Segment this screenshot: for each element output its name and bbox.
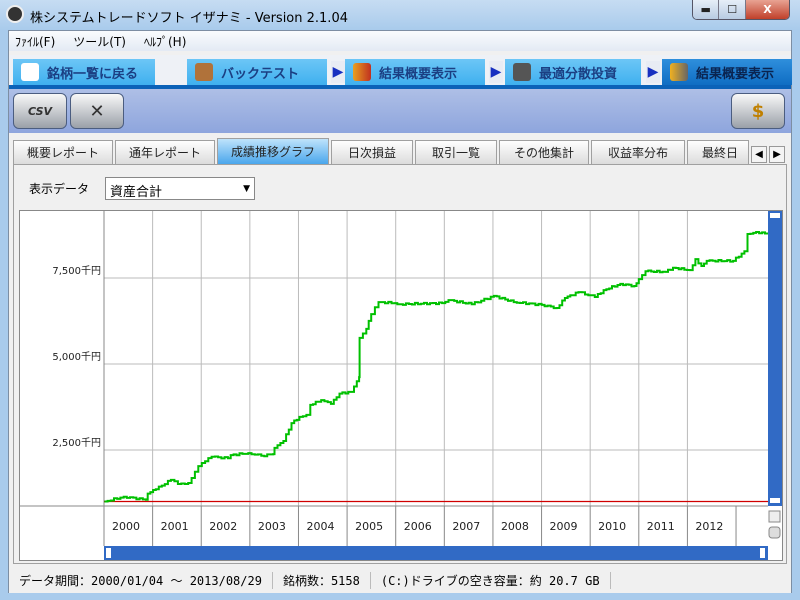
client-area: ﾌｧｲﾙ(F) ツール(T) ﾍﾙﾌﾟ(H) 銘柄一覧に戻る バックテスト ▶ …	[8, 30, 792, 593]
excel-csv-icon: CSV	[27, 104, 53, 118]
tab-annual-report[interactable]: 通年レポート	[115, 140, 215, 164]
arrow-right-icon: ▶	[646, 61, 660, 83]
y-tick-label: 7,500千円	[52, 265, 101, 277]
tab-performance-graph[interactable]: 成績推移グラフ	[217, 138, 329, 164]
x-tick-label: 2007	[452, 520, 480, 533]
tab-return-distribution[interactable]: 収益率分布	[591, 140, 685, 164]
menu-tools[interactable]: ツール(T)	[73, 33, 126, 50]
x-tick-label: 2008	[501, 520, 529, 533]
graph-panel: 表示データ 資産合計 ▼ 2000 2001 2002 2003 2004 2005 2006…	[13, 164, 787, 564]
bar-chart-icon	[353, 63, 371, 81]
x-tick-label: 2001	[161, 520, 189, 533]
scroll-handle-right[interactable]	[760, 548, 765, 558]
tab-daily-pnl[interactable]: 日次損益	[331, 140, 413, 164]
tab-final-day[interactable]: 最終日	[687, 140, 749, 164]
title-bar: 株システムトレードソフト イザナミ - Version 2.1.04 ▬ ☐ X	[0, 0, 800, 30]
nav-optimal-diversification[interactable]: 最適分散投資	[505, 59, 641, 85]
x-tick-label: 2003	[258, 520, 286, 533]
menu-file[interactable]: ﾌｧｲﾙ(F)	[15, 33, 55, 50]
y-tick-label: 5,000千円	[52, 351, 101, 363]
vertical-zoom-scrollbar[interactable]	[768, 211, 782, 506]
window-title: 株システムトレードソフト イザナミ - Version 2.1.04	[30, 11, 348, 26]
status-data-period: データ期間：2000/01/04 ～ 2013/08/29	[9, 571, 273, 589]
scroll-handle-left[interactable]	[106, 548, 111, 558]
tab-summary-report[interactable]: 概要レポート	[13, 140, 113, 164]
tshirt-icon	[21, 63, 39, 81]
money-button[interactable]: $	[731, 93, 785, 129]
close-button[interactable]: X	[745, 0, 789, 19]
x-tick-label: 2004	[306, 520, 334, 533]
performance-chart: 2000 2001 2002 2003 2004 2005 2006 2007 2008 2009…	[20, 211, 782, 560]
x-tick-label: 2009	[550, 520, 578, 533]
x-tick-label: 2011	[647, 520, 675, 533]
bar-chart-calculator-icon	[670, 63, 688, 81]
wrench-hammer-icon: ✕	[89, 100, 105, 122]
nav-result-summary[interactable]: 結果概要表示	[345, 59, 485, 85]
nav-backtest[interactable]: バックテスト	[187, 59, 327, 85]
app-icon	[6, 5, 24, 23]
chart-area: 2000 2001 2002 2003 2004 2005 2006 2007 2008 2009…	[19, 210, 783, 561]
toolbar: CSV ✕ $	[9, 89, 791, 133]
zoom-fit-button[interactable]	[768, 526, 781, 539]
workflow-nav: 銘柄一覧に戻る バックテスト ▶ 結果概要表示 ▶ 最適分散投資 ▶ 結果概要表…	[9, 55, 792, 89]
horizontal-zoom-scrollbar[interactable]	[104, 546, 768, 560]
chevron-down-icon: ▼	[243, 184, 250, 194]
x-tick-label: 2010	[598, 520, 626, 533]
tab-scroll-right[interactable]: ▶	[769, 146, 785, 163]
money-chest-icon: $	[751, 100, 765, 122]
export-csv-button[interactable]: CSV	[13, 93, 67, 129]
status-stock-count: 銘柄数：5158	[273, 571, 371, 589]
tab-other-stats[interactable]: その他集計	[499, 140, 589, 164]
x-tick-label: 2005	[355, 520, 383, 533]
menu-help[interactable]: ﾍﾙﾌﾟ(H)	[144, 33, 186, 50]
menu-bar: ﾌｧｲﾙ(F) ツール(T) ﾍﾙﾌﾟ(H)	[9, 31, 791, 51]
display-data-select[interactable]: 資産合計 ▼	[105, 177, 255, 200]
scroll-handle-bottom[interactable]	[770, 498, 780, 503]
series-line	[104, 231, 769, 503]
status-drive-space: (C:)ドライブの空き容量：約 20.7 GB	[371, 571, 611, 589]
x-tick-label: 2012	[695, 520, 723, 533]
report-tabs: 概要レポート 通年レポート 成績推移グラフ 日次損益 取引一覧 その他集計 収益…	[13, 138, 789, 164]
tab-trade-list[interactable]: 取引一覧	[415, 140, 497, 164]
scroll-handle-top[interactable]	[770, 213, 780, 218]
status-bar: データ期間：2000/01/04 ～ 2013/08/29 銘柄数：5158 (…	[9, 567, 791, 593]
backpack-icon	[195, 63, 213, 81]
arrow-right-icon: ▶	[331, 61, 345, 83]
minimize-button[interactable]: ▬	[693, 0, 720, 19]
x-tick-label: 2000	[112, 520, 140, 533]
calculator-icon	[513, 63, 531, 81]
x-tick-label: 2002	[209, 520, 237, 533]
maximize-button[interactable]: ☐	[719, 0, 746, 19]
nav-back-to-list[interactable]: 銘柄一覧に戻る	[13, 59, 155, 85]
nav-result-summary-active[interactable]: 結果概要表示	[662, 59, 792, 85]
tab-scroll-left[interactable]: ◀	[751, 146, 767, 163]
zoom-reset-button[interactable]	[768, 510, 781, 523]
arrow-right-icon: ▶	[489, 61, 503, 83]
x-tick-label: 2006	[404, 520, 432, 533]
window-controls: ▬ ☐ X	[692, 0, 790, 20]
y-tick-label: 2,500千円	[52, 437, 101, 449]
tools-button[interactable]: ✕	[70, 93, 124, 129]
display-data-label: 表示データ	[29, 182, 90, 196]
